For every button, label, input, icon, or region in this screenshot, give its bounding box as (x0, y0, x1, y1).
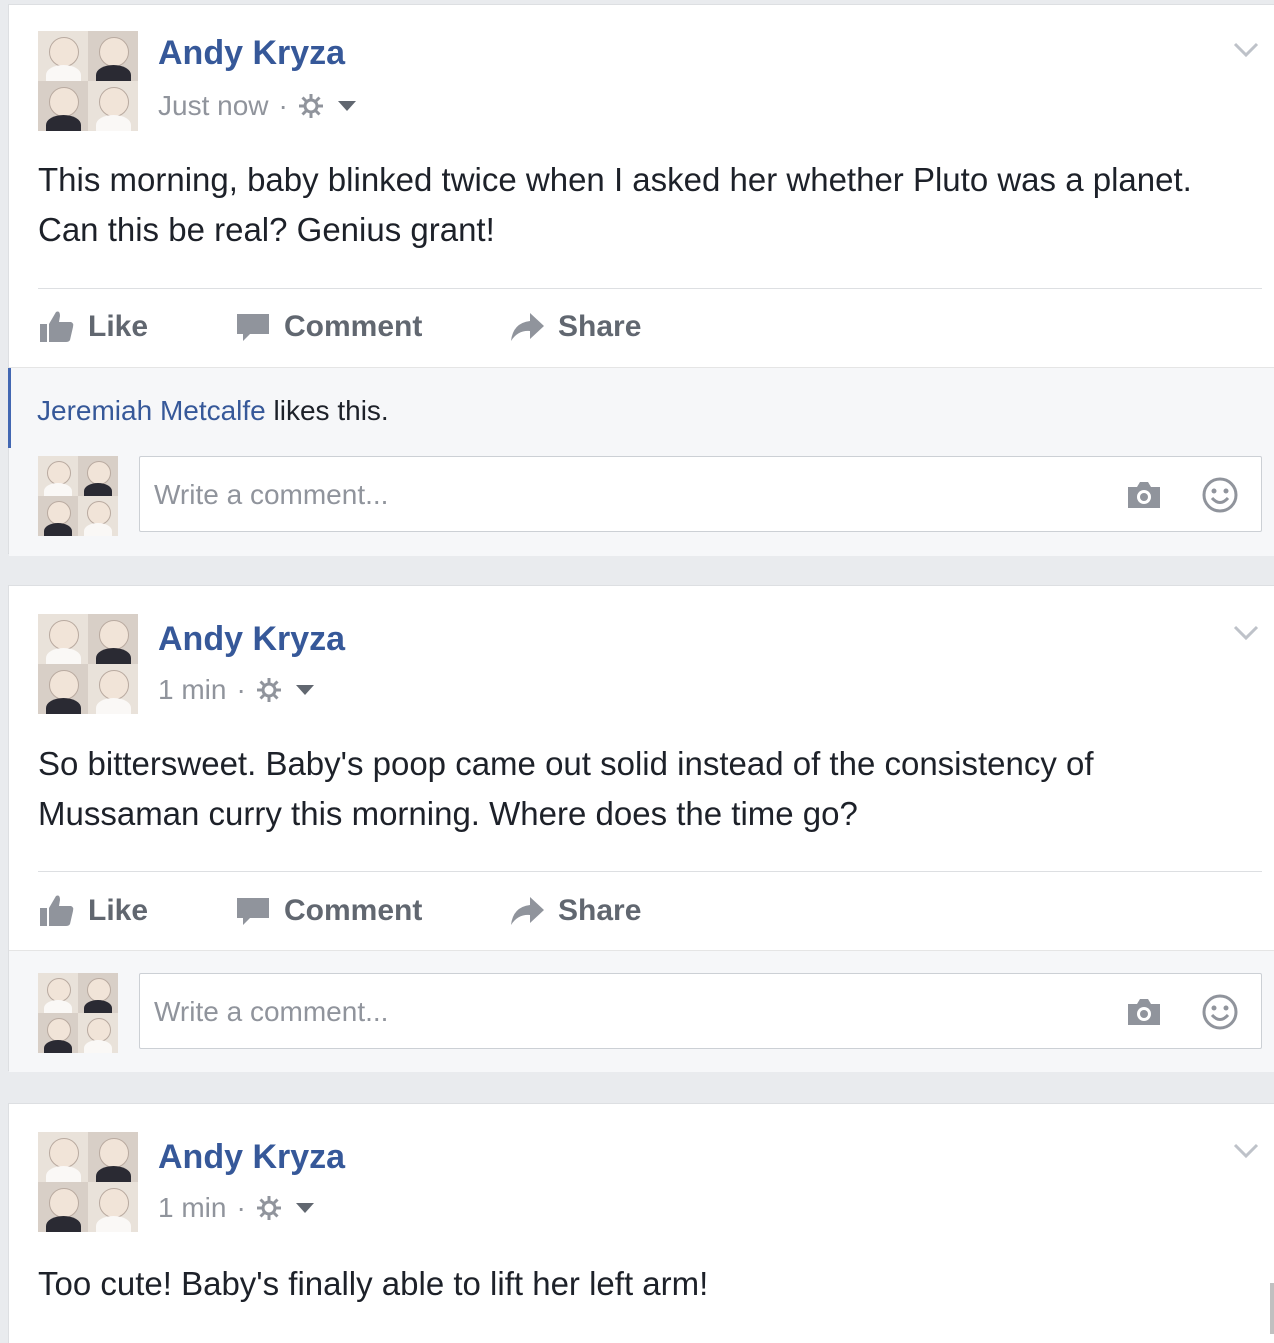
post-text: So bittersweet. Baby's poop came out sol… (38, 745, 1094, 832)
feed-post: Andy Kryza 1 min · Too cute! Baby's fina… (8, 1103, 1274, 1343)
like-label: Like (88, 310, 149, 343)
comment-composer (139, 973, 1262, 1050)
friends-gear-icon[interactable] (256, 677, 282, 703)
liker-name-link[interactable]: Jeremiah Metcalfe (37, 395, 266, 426)
comment-input[interactable] (152, 974, 1056, 1050)
comment-input[interactable] (152, 457, 1056, 533)
friends-gear-icon[interactable] (256, 1195, 282, 1221)
comment-label: Comment (284, 894, 423, 927)
post-text: Too cute! Baby's finally able to lift he… (38, 1265, 709, 1302)
feed-post: Andy Kryza Just now · This morning, baby… (8, 4, 1274, 556)
share-label: Share (558, 310, 642, 343)
thumbs-up-icon (40, 895, 74, 926)
author-avatar[interactable] (38, 31, 138, 131)
comment-composer (139, 456, 1262, 533)
author-name[interactable]: Andy Kryza (158, 1137, 345, 1177)
post-options-chevron-icon[interactable] (1232, 1142, 1260, 1160)
post-actions: Like Comment Share (38, 889, 641, 933)
comment-button[interactable]: Comment (234, 892, 508, 930)
speech-bubble-icon (237, 898, 269, 925)
camera-icon[interactable] (1125, 476, 1163, 514)
audience-caret-icon[interactable] (337, 101, 356, 111)
post-meta: 1 min · (158, 673, 314, 707)
scrollbar-thumb[interactable] (1270, 1283, 1274, 1334)
share-label: Share (558, 894, 642, 927)
viewer-avatar (38, 456, 118, 536)
author-name[interactable]: Andy Kryza (158, 619, 345, 659)
post-timestamp[interactable]: 1 min (158, 1191, 226, 1225)
divider (38, 871, 1262, 872)
feed-post: Andy Kryza 1 min · So bittersweet. Baby'… (8, 585, 1274, 1072)
like-button[interactable]: Like (38, 892, 234, 930)
post-meta: 1 min · (158, 1191, 314, 1225)
share-arrow-icon (511, 897, 544, 925)
camera-icon[interactable] (1125, 993, 1163, 1031)
share-arrow-icon (511, 313, 544, 341)
comment-label: Comment (284, 310, 423, 343)
meta-separator: · (236, 1192, 246, 1223)
meta-separator: · (278, 90, 288, 121)
audience-caret-icon[interactable] (295, 1203, 314, 1213)
like-button[interactable]: Like (38, 308, 234, 346)
emoji-icon[interactable] (1201, 476, 1239, 514)
audience-caret-icon[interactable] (295, 685, 314, 695)
author-name[interactable]: Andy Kryza (158, 33, 345, 73)
post-meta: Just now · (158, 89, 356, 123)
friends-gear-icon[interactable] (298, 93, 324, 119)
post-text: This morning, baby blinked twice when I … (38, 161, 1192, 248)
author-avatar[interactable] (38, 1132, 138, 1232)
share-button[interactable]: Share (508, 308, 641, 346)
post-timestamp[interactable]: Just now (158, 89, 269, 123)
comment-button[interactable]: Comment (234, 308, 508, 346)
likes-suffix: likes this. (265, 395, 389, 426)
like-label: Like (88, 894, 149, 927)
post-options-chevron-icon[interactable] (1232, 41, 1260, 59)
comments-section: Jeremiah Metcalfe likes this. (8, 367, 1274, 556)
viewer-avatar (38, 973, 118, 1053)
post-options-chevron-icon[interactable] (1232, 624, 1260, 642)
speech-bubble-icon (237, 314, 269, 341)
author-avatar[interactable] (38, 614, 138, 714)
likes-accent-bar (8, 368, 11, 448)
thumbs-up-icon (40, 311, 74, 342)
meta-separator: · (236, 674, 246, 705)
comments-section (9, 950, 1274, 1072)
likes-summary: Jeremiah Metcalfe likes this. (37, 394, 389, 428)
divider (38, 288, 1262, 289)
share-button[interactable]: Share (508, 892, 641, 930)
post-timestamp[interactable]: 1 min (158, 673, 226, 707)
post-actions: Like Comment Share (38, 305, 641, 349)
emoji-icon[interactable] (1201, 993, 1239, 1031)
